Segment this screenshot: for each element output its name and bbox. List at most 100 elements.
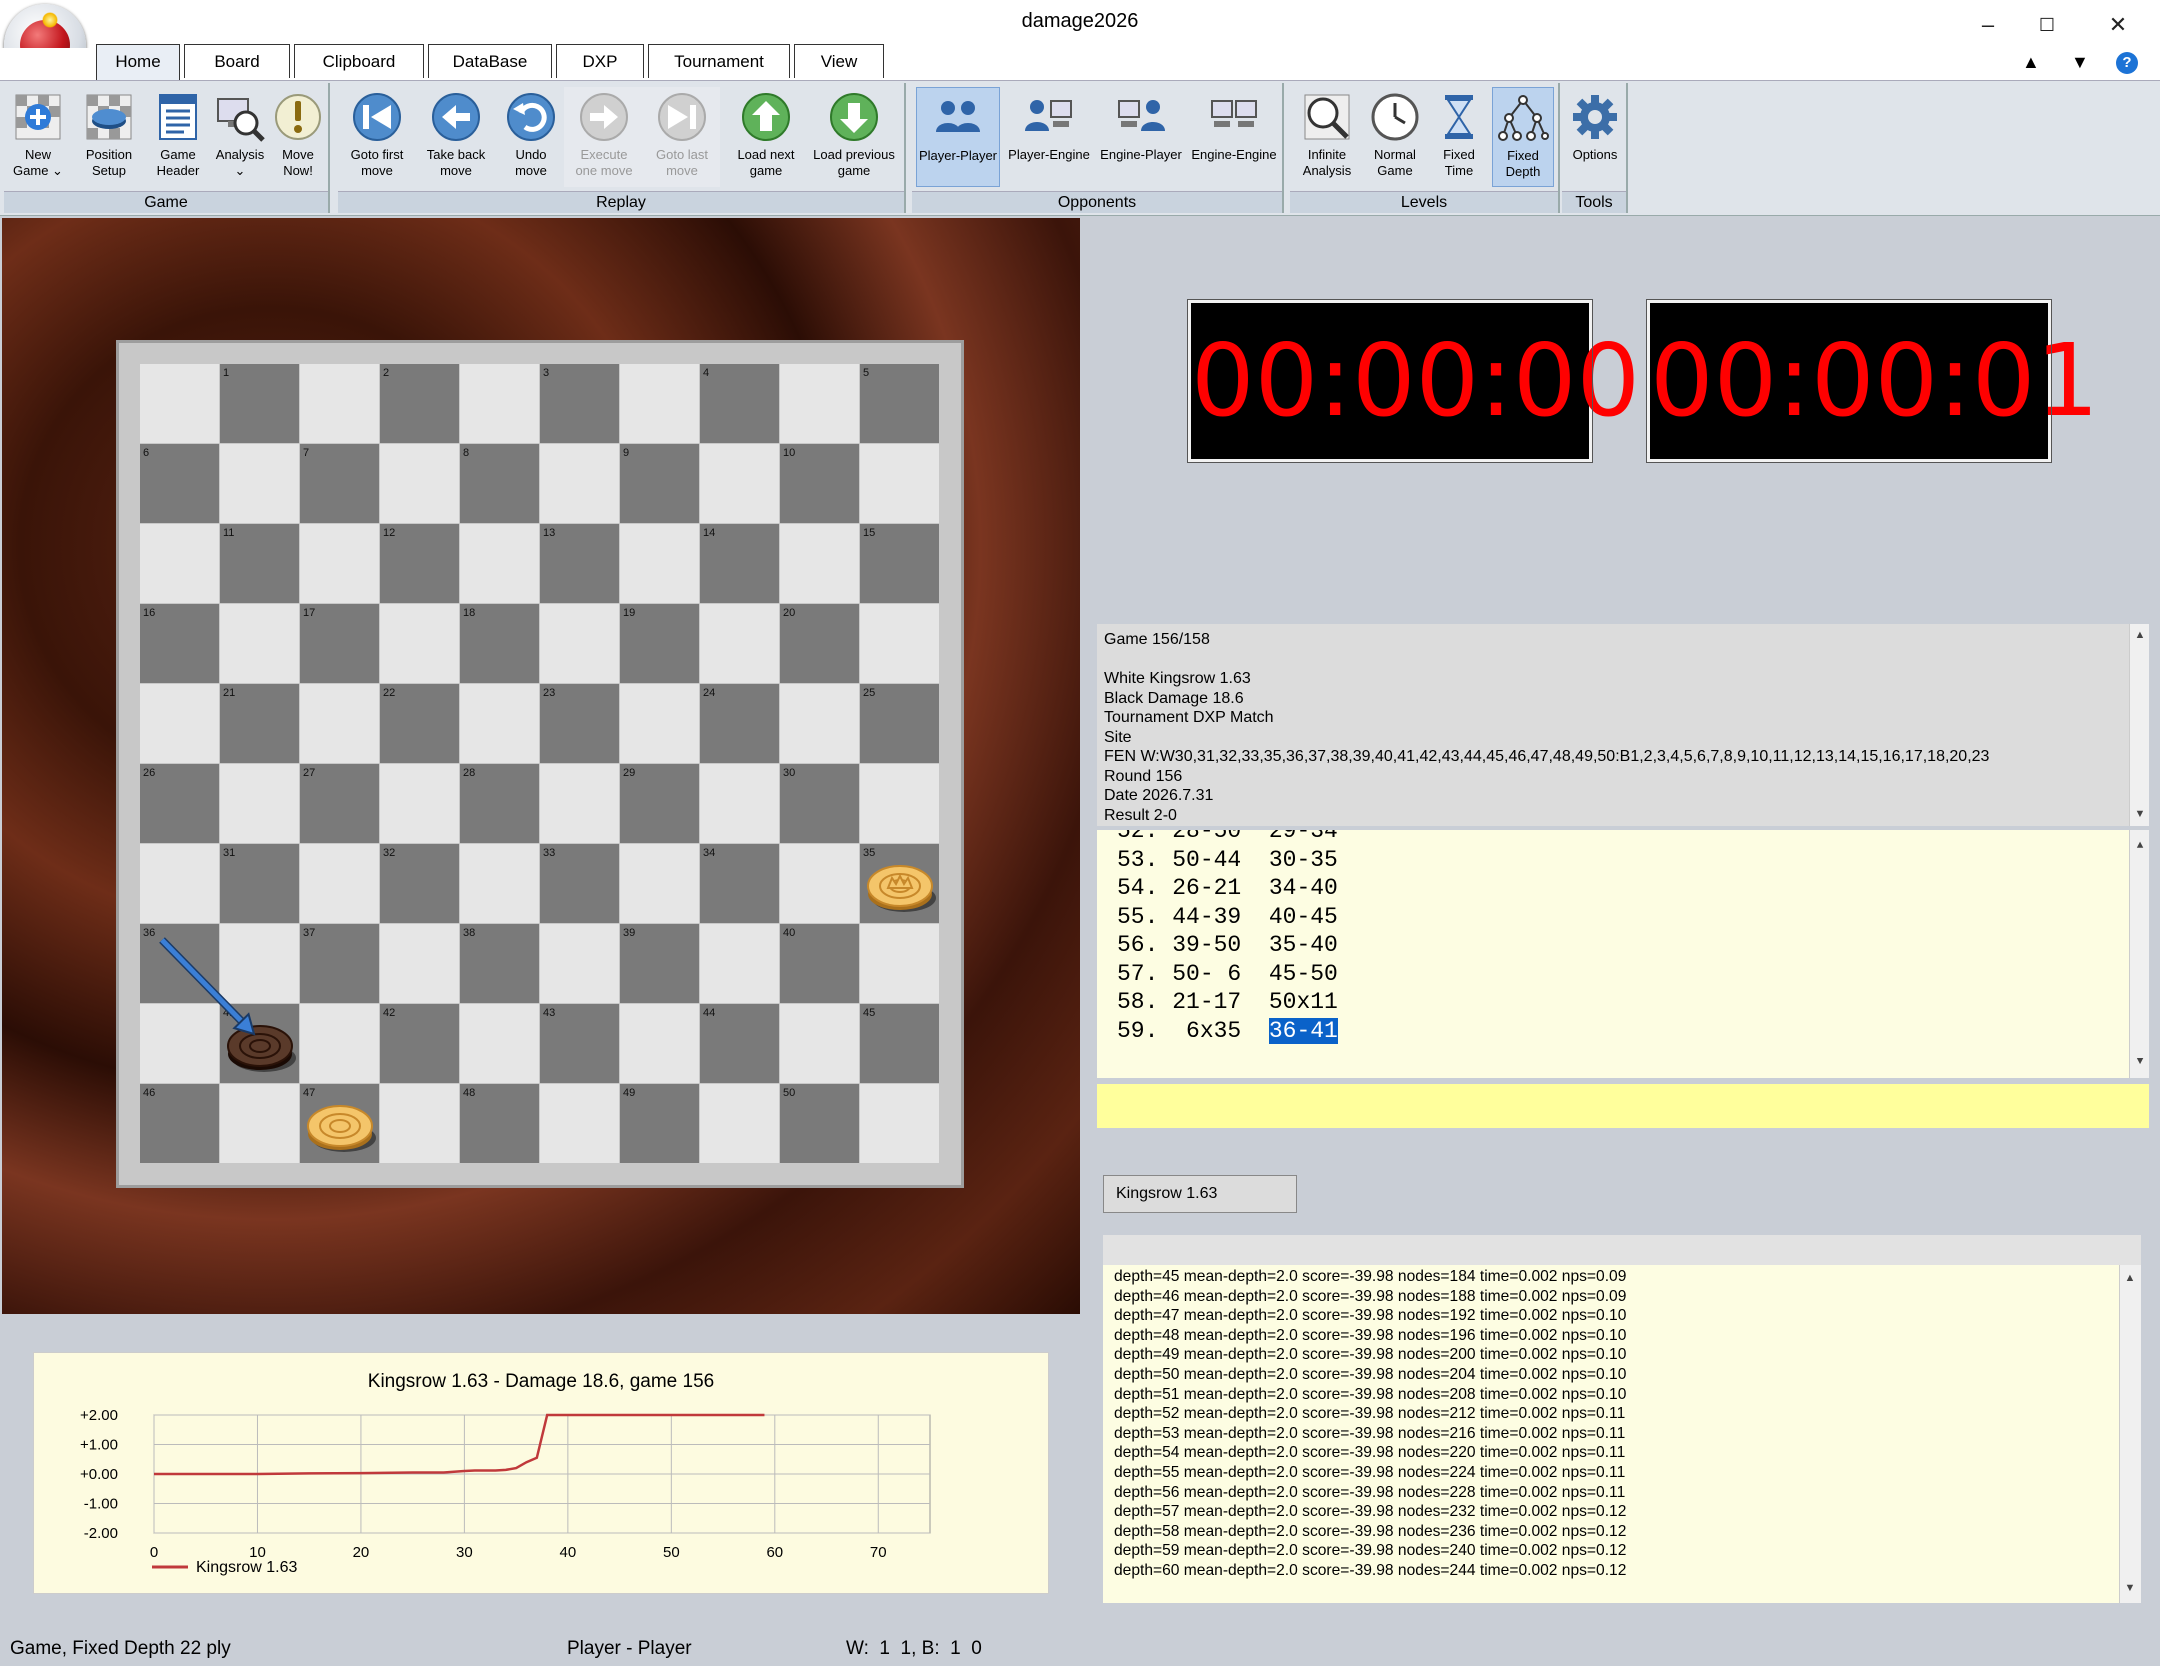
board-square-37[interactable]: 37	[300, 924, 379, 1003]
board-square-light[interactable]	[540, 1084, 619, 1163]
move-row[interactable]: 56. 39-50 35-40	[1117, 931, 2149, 960]
board-square-14[interactable]: 14	[700, 524, 779, 603]
board-square-light[interactable]	[700, 764, 779, 843]
move-comment-box[interactable]	[1097, 1084, 2149, 1128]
white-move[interactable]: 6x35	[1172, 1018, 1241, 1044]
ribbon-up-icon[interactable]: ▲	[2022, 52, 2040, 73]
white-move[interactable]: 28-50	[1172, 830, 1241, 844]
board-square-18[interactable]: 18	[460, 604, 539, 683]
board-square-15[interactable]: 15	[860, 524, 939, 603]
board-square-33[interactable]: 33	[540, 844, 619, 923]
board-square-6[interactable]: 6	[140, 444, 219, 523]
move-row[interactable]: 54. 26-21 34-40	[1117, 874, 2149, 903]
white-move[interactable]: 26-21	[1172, 875, 1241, 901]
take-back-button[interactable]: Take back move	[418, 87, 494, 187]
board-square-light[interactable]	[860, 1084, 939, 1163]
board-square-43[interactable]: 43	[540, 1004, 619, 1083]
minimize-button[interactable]: –	[1958, 8, 2018, 42]
draughts-board[interactable]: 1 2 3 4 5 6 7 8 9 10 11 12 13 14 15 16 17 18 19 20 21 22 23 24 2…	[140, 364, 940, 1164]
board-square-26[interactable]: 26	[140, 764, 219, 843]
board-square-21[interactable]: 21	[220, 684, 299, 763]
board-square-light[interactable]	[620, 684, 699, 763]
board-square-light[interactable]	[300, 364, 379, 443]
black-move[interactable]: 50x11	[1269, 989, 1338, 1015]
board-square-4[interactable]: 4	[700, 364, 779, 443]
ribbon-down-icon[interactable]: ▼	[2071, 52, 2089, 73]
options-button[interactable]: Options	[1564, 87, 1626, 187]
board-square-32[interactable]: 32	[380, 844, 459, 923]
player-player-button[interactable]: Player-Player	[916, 87, 1000, 187]
board-square-light[interactable]	[860, 924, 939, 1003]
board-square-light[interactable]	[700, 604, 779, 683]
board-square-7[interactable]: 7	[300, 444, 379, 523]
black-move[interactable]: 45-50	[1269, 961, 1338, 987]
board-square-46[interactable]: 46	[140, 1084, 219, 1163]
board-square-34[interactable]: 34	[700, 844, 779, 923]
board-square-light[interactable]	[380, 1084, 459, 1163]
move-now-button[interactable]: Move Now!	[268, 87, 328, 187]
board-square-light[interactable]	[780, 524, 859, 603]
board-square-light[interactable]	[140, 1004, 219, 1083]
board-square-45[interactable]: 45	[860, 1004, 939, 1083]
move-row[interactable]: 53. 50-44 30-35	[1117, 846, 2149, 875]
board-square-light[interactable]	[460, 524, 539, 603]
tab-dxp[interactable]: DXP	[556, 44, 644, 78]
board-square-30[interactable]: 30	[780, 764, 859, 843]
engine-player-button[interactable]: Engine-Player	[1096, 87, 1186, 187]
maximize-button[interactable]: ☐	[2017, 8, 2077, 42]
black-move[interactable]: 35-40	[1269, 932, 1338, 958]
move-row[interactable]: 55. 44-39 40-45	[1117, 903, 2149, 932]
board-square-10[interactable]: 10	[780, 444, 859, 523]
board-square-light[interactable]	[220, 924, 299, 1003]
fixed-depth-button[interactable]: Fixed Depth	[1492, 87, 1554, 187]
board-square-light[interactable]	[780, 844, 859, 923]
goto-first-button[interactable]: Goto first move	[342, 87, 412, 187]
fixed-time-button[interactable]: Fixed Time	[1428, 87, 1490, 187]
board-square-36[interactable]: 36	[140, 924, 219, 1003]
board-square-22[interactable]: 22	[380, 684, 459, 763]
board-square-light[interactable]	[380, 764, 459, 843]
board-square-light[interactable]	[220, 444, 299, 523]
game-header-button[interactable]: Game Header	[148, 87, 208, 187]
board-square-2[interactable]: 2	[380, 364, 459, 443]
board-square-light[interactable]	[220, 1084, 299, 1163]
black-move[interactable]: 30-35	[1269, 847, 1338, 873]
board-square-11[interactable]: 11	[220, 524, 299, 603]
black-move[interactable]: 36-41	[1268, 1017, 1338, 1044]
board-square-light[interactable]	[140, 364, 219, 443]
board-square-23[interactable]: 23	[540, 684, 619, 763]
board-square-light[interactable]	[780, 1004, 859, 1083]
board-square-light[interactable]	[140, 844, 219, 923]
board-square-8[interactable]: 8	[460, 444, 539, 523]
move-list[interactable]: 52. 28-50 29-34 53. 50-44 30-35 54. 26-21 …	[1097, 830, 2149, 1078]
board-square-light[interactable]	[460, 684, 539, 763]
board-square-12[interactable]: 12	[380, 524, 459, 603]
position-setup-button[interactable]: Position Setup	[76, 87, 142, 187]
black-man-piece[interactable]	[226, 1016, 298, 1080]
board-square-light[interactable]	[540, 444, 619, 523]
board-square-light[interactable]	[460, 364, 539, 443]
board-square-5[interactable]: 5	[860, 364, 939, 443]
board-square-light[interactable]	[540, 764, 619, 843]
board-square-light[interactable]	[300, 684, 379, 763]
board-square-42[interactable]: 42	[380, 1004, 459, 1083]
white-king-piece[interactable]	[866, 856, 938, 920]
engine-engine-button[interactable]: Engine-Engine	[1188, 87, 1280, 187]
undo-move-button[interactable]: Undo move	[498, 87, 564, 187]
board-square-16[interactable]: 16	[140, 604, 219, 683]
analysis-scrollbar[interactable]: ▲ ▼	[2119, 1265, 2141, 1603]
board-square-light[interactable]	[140, 684, 219, 763]
white-move[interactable]: 44-39	[1172, 904, 1241, 930]
board-square-29[interactable]: 29	[620, 764, 699, 843]
board-square-44[interactable]: 44	[700, 1004, 779, 1083]
board-square-light[interactable]	[620, 1004, 699, 1083]
board-square-light[interactable]	[460, 844, 539, 923]
board-square-9[interactable]: 9	[620, 444, 699, 523]
analysis-button[interactable]: Analysis ⌄	[210, 87, 270, 187]
new-game-button[interactable]: New Game ⌄	[8, 87, 68, 187]
board-square-49[interactable]: 49	[620, 1084, 699, 1163]
info-scrollbar[interactable]: ▲ ▼	[2129, 624, 2149, 826]
white-move[interactable]: 21-17	[1172, 989, 1241, 1015]
normal-game-button[interactable]: Normal Game	[1362, 87, 1428, 187]
board-square-24[interactable]: 24	[700, 684, 779, 763]
